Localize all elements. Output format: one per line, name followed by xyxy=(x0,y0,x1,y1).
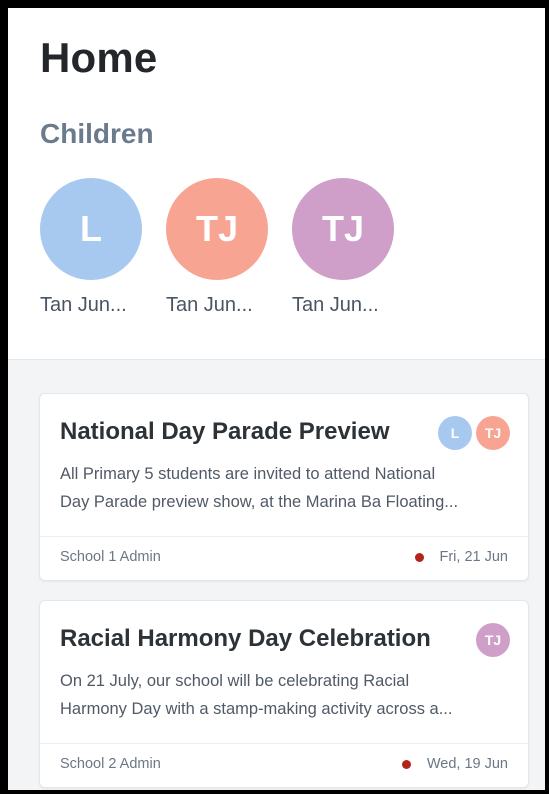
unread-dot-icon xyxy=(414,552,424,562)
child-avatar[interactable]: L xyxy=(40,178,142,280)
recipient-avatar: L xyxy=(438,416,472,450)
child-item-1[interactable]: L Tan Jun... xyxy=(40,178,150,317)
announcement-author: School 1 Admin xyxy=(60,549,161,565)
page-title: Home xyxy=(40,34,158,81)
unread-dot-icon xyxy=(401,759,411,769)
announcement-preview: All Primary 5 students are invited to at… xyxy=(60,460,500,516)
child-item-2[interactable]: TJ Tan Jun... xyxy=(166,178,276,317)
card-footer: School 1 Admin Fri, 21 Jun xyxy=(40,536,528,580)
child-item-3[interactable]: TJ Tan Jun... xyxy=(292,178,402,317)
recipient-initials: TJ xyxy=(484,425,502,441)
announcement-title: Racial Harmony Day Celebration xyxy=(60,625,431,652)
date-area: Wed, 19 Jun xyxy=(401,756,508,772)
recipient-avatar: TJ xyxy=(476,623,510,657)
preview-line: On 21 July, our school will be celebrati… xyxy=(60,672,410,690)
recipient-initials: TJ xyxy=(484,632,502,648)
preview-line: All Primary 5 students are invited to at… xyxy=(60,465,436,483)
announcement-preview: On 21 July, our school will be celebrati… xyxy=(60,667,500,723)
announcement-card[interactable]: National Day Parade Preview L TJ All Pri… xyxy=(39,393,529,581)
child-avatar[interactable]: TJ xyxy=(292,178,394,280)
child-name: Tan Jun... xyxy=(166,294,253,316)
child-name: Tan Jun... xyxy=(292,294,379,316)
child-initials: TJ xyxy=(321,208,364,249)
child-name: Tan Jun... xyxy=(40,294,127,316)
recipient-initials: L xyxy=(450,425,460,441)
child-initials: TJ xyxy=(195,208,238,249)
frame-border xyxy=(0,790,549,794)
card-footer: School 2 Admin Wed, 19 Jun xyxy=(40,743,528,787)
announcement-author: School 2 Admin xyxy=(60,756,161,772)
children-section-title: Children xyxy=(40,118,154,149)
child-avatar[interactable]: TJ xyxy=(166,178,268,280)
child-initials: L xyxy=(80,208,102,249)
announcement-title: National Day Parade Preview xyxy=(60,418,390,445)
preview-line: Harmony Day with a stamp-making activity… xyxy=(60,700,453,718)
announcement-date: Fri, 21 Jun xyxy=(439,549,509,565)
announcement-card[interactable]: Racial Harmony Day Celebration TJ On 21 … xyxy=(39,600,529,788)
date-area: Fri, 21 Jun xyxy=(414,549,509,565)
preview-line: Day Parade preview show, at the Marina B… xyxy=(60,493,459,511)
announcement-date: Wed, 19 Jun xyxy=(426,756,508,772)
home-header: Home Children L Tan Jun... TJ Tan Jun...… xyxy=(8,8,549,360)
recipient-avatar: TJ xyxy=(476,416,510,450)
app-screen: Home Children L Tan Jun... TJ Tan Jun...… xyxy=(0,0,549,794)
